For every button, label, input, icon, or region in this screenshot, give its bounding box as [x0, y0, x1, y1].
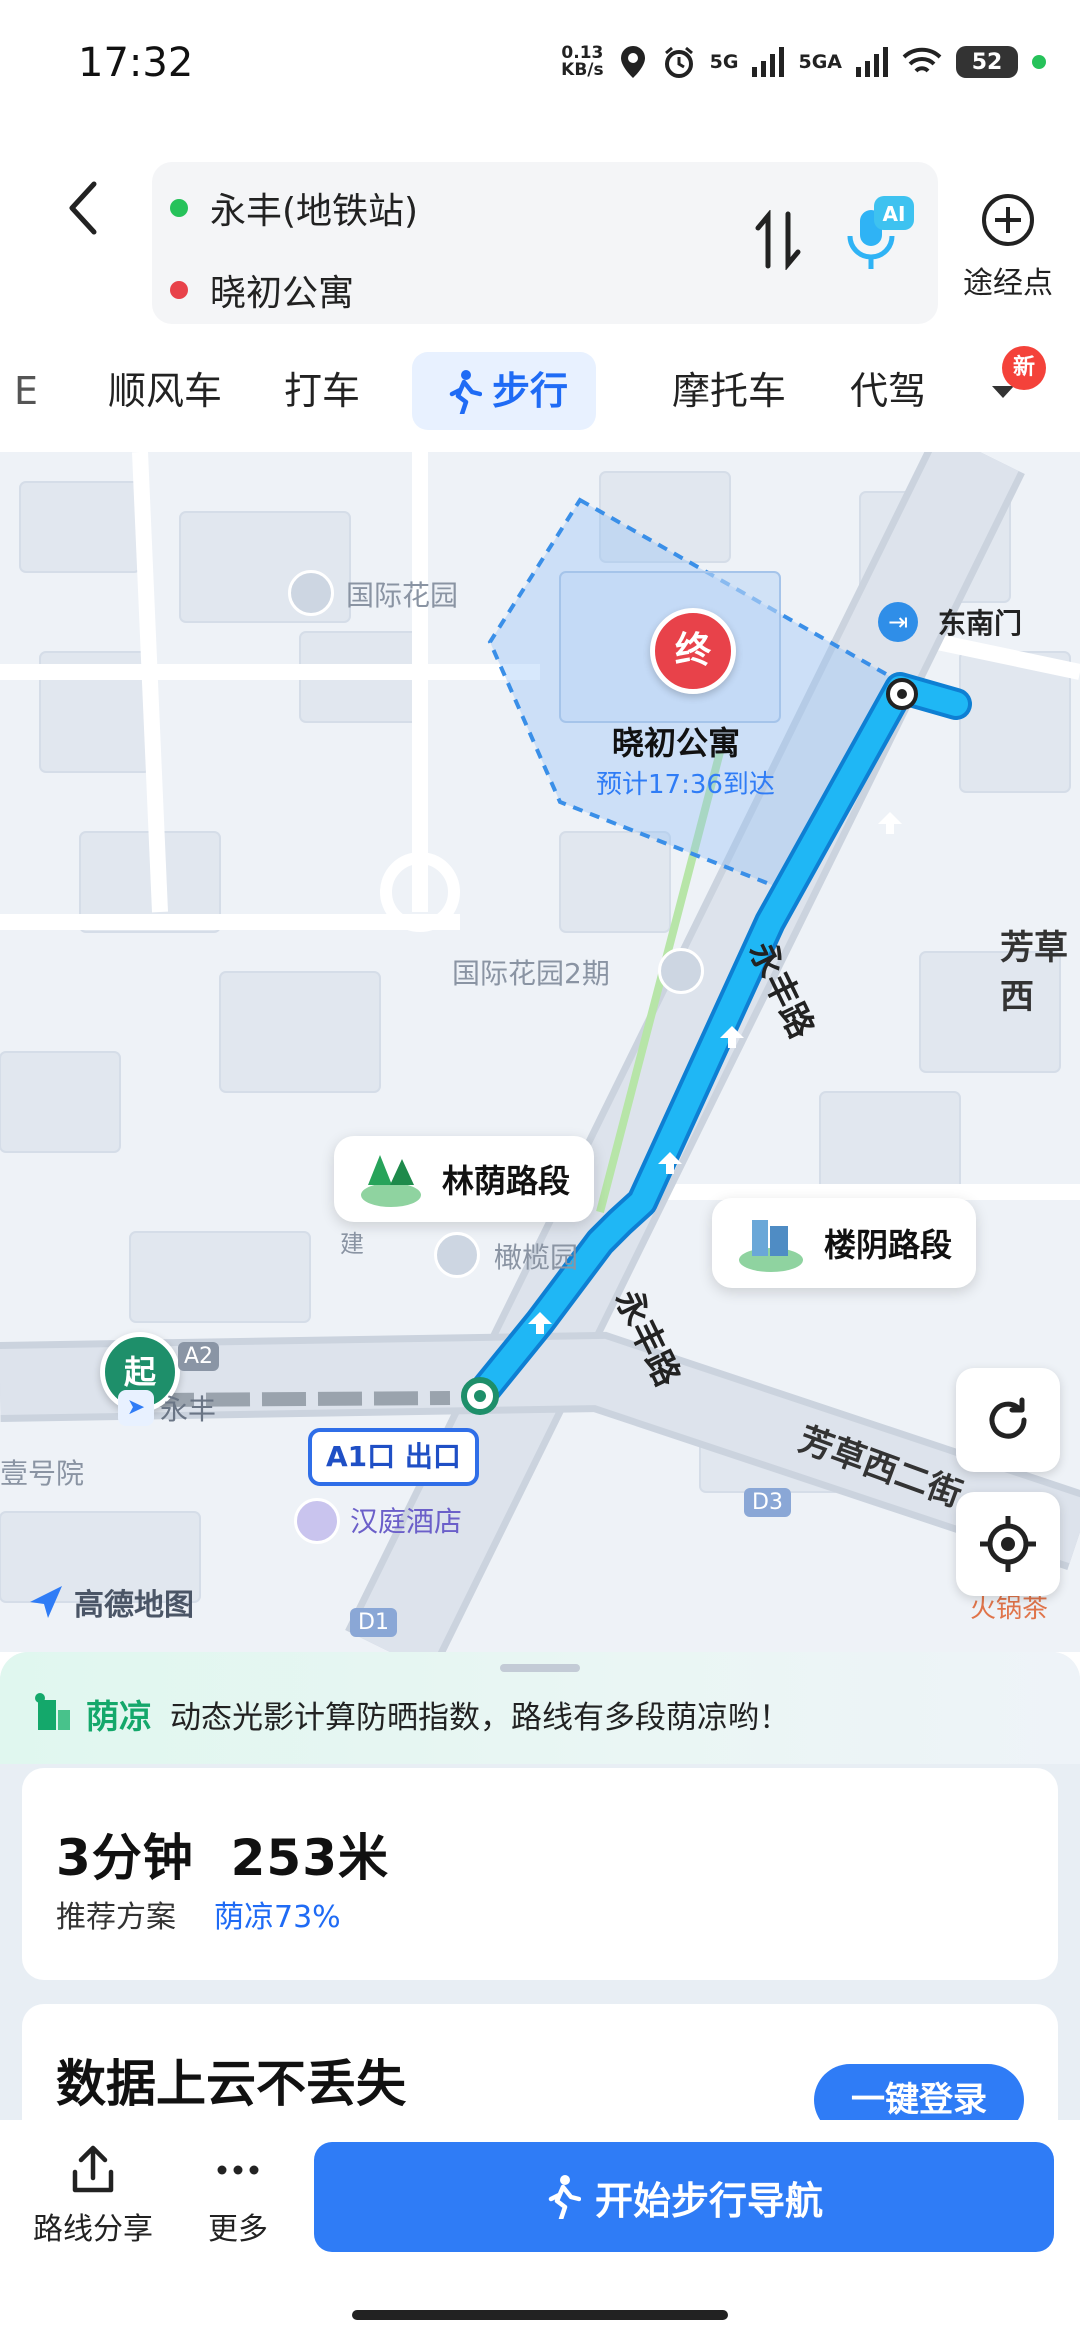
- poi-hanting[interactable]: 汉庭酒店: [350, 1500, 462, 1540]
- net-speed: 0.13 KB/s: [561, 45, 603, 79]
- net-speed-unit: KB/s: [561, 60, 604, 80]
- more-label: 更多: [208, 2212, 268, 2247]
- amap-logo-icon: [30, 1586, 62, 1618]
- road-jian-label: 建: [340, 1230, 364, 1258]
- more-icon: [217, 2165, 259, 2175]
- gate-label: 东南门: [938, 607, 1023, 640]
- home-indicator[interactable]: [352, 2310, 728, 2320]
- waypoint-label: 途经点: [963, 266, 1053, 301]
- poi-home-icon-3: [434, 1232, 480, 1278]
- signal-icon-2: [856, 47, 888, 77]
- metro-icon: ➤: [118, 1390, 154, 1426]
- destination-label: 晓初公寓: [210, 273, 355, 314]
- add-waypoint-button[interactable]: 途经点: [960, 192, 1056, 302]
- origin-field[interactable]: 永丰(地铁站): [170, 182, 418, 234]
- tab-taxi[interactable]: 打车: [284, 352, 360, 430]
- battery-indicator: 52: [956, 46, 1018, 78]
- exit-d3-badge: D3: [744, 1488, 791, 1517]
- exit-a1-label[interactable]: A1口 出口: [308, 1428, 479, 1486]
- route-input-box: 永丰(地铁站) 晓初公寓: [152, 162, 938, 324]
- poi-home-icon-2: [658, 948, 704, 994]
- tab-carpool[interactable]: 顺风车: [108, 352, 222, 430]
- ai-voice-button[interactable]: AI: [842, 196, 914, 274]
- alarm-icon: [664, 46, 693, 78]
- walk-icon-white: [548, 2175, 581, 2219]
- shade-title: 荫凉: [86, 1697, 152, 1736]
- start-walk-navigation-label: 开始步行导航: [594, 2178, 823, 2223]
- poi-guoji-garden-2[interactable]: 国际花园2期: [452, 952, 610, 992]
- share-route-label: 路线分享: [33, 2212, 153, 2247]
- signal-label-1: 5G: [709, 51, 739, 73]
- refresh-button[interactable]: [956, 1368, 1060, 1472]
- route-shade-percent: 荫凉73%: [214, 1900, 341, 1935]
- locate-icon: [980, 1516, 1036, 1572]
- share-route-button[interactable]: 路线分享: [28, 2144, 158, 2248]
- tab-walk-label: 步行: [492, 369, 569, 413]
- road-fangcao-label: 芳草西: [1000, 928, 1068, 1017]
- destination-name: 晓初公寓: [612, 724, 741, 762]
- hotel-icon: [294, 1498, 340, 1544]
- more-button[interactable]: 更多: [190, 2144, 286, 2248]
- mode-tabs: E 顺风车 打车 步行 摩托车 代驾: [0, 352, 1080, 432]
- login-promo-title: 数据上云不丢失: [56, 2055, 406, 2113]
- swap-icon[interactable]: [752, 210, 804, 270]
- signal-label-2: 5GA: [798, 51, 842, 73]
- origin-dot: [170, 199, 188, 217]
- plus-circle-icon: [982, 194, 1034, 246]
- refresh-icon: [989, 1397, 1027, 1439]
- back-button[interactable]: [60, 178, 110, 238]
- ai-badge: AI: [883, 202, 906, 226]
- poi-yihao[interactable]: 壹号院: [0, 1452, 84, 1492]
- route-plan-label: 推荐方案: [56, 1900, 176, 1935]
- amap-logo: 高德地图: [26, 1580, 194, 1624]
- status-time: 17:32: [78, 40, 194, 86]
- eta-label: 预计17:36到达: [596, 770, 775, 800]
- tab-partial[interactable]: E: [14, 352, 38, 430]
- destination-dot: [170, 281, 188, 299]
- shade-description: 动态光影计算防晒指数，路线有多段荫凉哟！: [170, 1700, 790, 1736]
- new-badge: 新: [1002, 346, 1046, 390]
- route-distance: 253米: [230, 1829, 389, 1887]
- microphone-icon: AI: [847, 196, 914, 269]
- status-icons: 0.13 KB/s 5G 5GA 52: [561, 44, 1046, 80]
- destination-field[interactable]: 晓初公寓: [170, 264, 354, 316]
- origin-label: 永丰(地铁站): [210, 191, 419, 232]
- location-icon: [620, 46, 645, 78]
- callout-tree-shade[interactable]: 林荫路段: [334, 1136, 595, 1222]
- shade-building-icon: [35, 1693, 70, 1730]
- callout-tree-label: 林荫路段: [442, 1162, 571, 1200]
- tab-designated-driver[interactable]: 代驾: [850, 352, 926, 430]
- poi-guoji-garden[interactable]: 国际花园: [346, 574, 458, 614]
- locate-button[interactable]: [956, 1492, 1060, 1596]
- amap-logo-text: 高德地图: [74, 1588, 194, 1623]
- exit-a2-badge: A2: [178, 1342, 220, 1371]
- station-label[interactable]: 永丰: [160, 1388, 216, 1428]
- signal-icon: [752, 47, 785, 77]
- callout-building-shade[interactable]: 楼阴路段: [712, 1198, 977, 1288]
- map-view[interactable]: 国际花园 ⇥ 东南门 终 晓初公寓 预计17:36到达 芳草西 国际花园2期 永…: [0, 452, 1080, 1652]
- tab-motorbike[interactable]: 摩托车: [672, 352, 786, 430]
- walk-icon: [449, 370, 482, 414]
- status-dot: [1032, 55, 1046, 69]
- exit-d1-badge: D1: [350, 1608, 397, 1637]
- tab-walk[interactable]: 步行: [412, 352, 597, 430]
- gate-icon: ⇥: [878, 602, 918, 642]
- end-marker[interactable]: 终: [650, 608, 736, 694]
- poi-home-icon: [288, 570, 334, 616]
- share-icon: [72, 2145, 114, 2193]
- poi-ganlan[interactable]: 橄榄园: [494, 1236, 578, 1276]
- start-walk-navigation-button[interactable]: 开始步行导航: [314, 2142, 1054, 2252]
- tree-icon: [361, 1155, 421, 1207]
- building-icon: [739, 1220, 803, 1272]
- route-summary-main: 3分钟 253米: [56, 1818, 389, 1890]
- route-duration: 3分钟: [56, 1829, 194, 1887]
- sheet-handle[interactable]: [500, 1664, 580, 1672]
- callout-building-label: 楼阴路段: [824, 1226, 953, 1264]
- wifi-icon: [902, 47, 942, 73]
